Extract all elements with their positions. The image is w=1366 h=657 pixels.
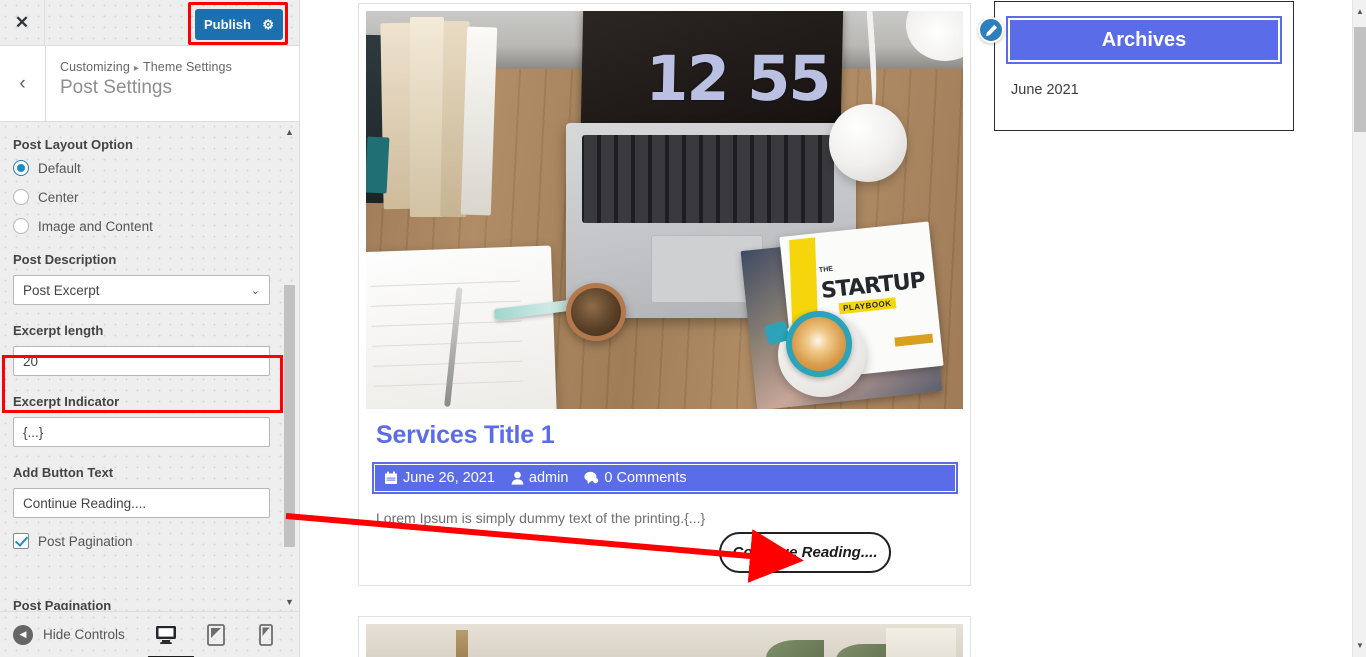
checkbox-icon-post-pagination[interactable] (13, 533, 29, 549)
radio-option-default[interactable]: Default (13, 160, 287, 176)
pen-on-notebook (444, 287, 463, 408)
calendar-icon (385, 471, 397, 484)
post-pagination-next-label: Post Pagination (13, 598, 112, 610)
post-meta-bar: June 26, 2021 admin 0 Comments (372, 462, 958, 494)
radio-icon-image-and-content[interactable] (13, 218, 29, 234)
user-icon (511, 471, 524, 485)
add-button-text-highlight-box (2, 355, 283, 413)
sidebar-scroll-down-arrow-icon[interactable]: ▼ (284, 598, 295, 608)
laptop-clock-time: 12 55 (644, 42, 831, 115)
pencil-edit-icon[interactable] (978, 17, 1004, 43)
post-excerpt: Lorem Ipsum is simply dummy text of the … (376, 510, 706, 526)
radio-option-image-and-content[interactable]: Image and Content (13, 218, 287, 234)
scroll-down-arrow-icon[interactable]: ▼ (1353, 638, 1366, 653)
post-comments-label: 0 Comments (604, 470, 687, 486)
open-notebook (366, 245, 557, 409)
comment-icon (584, 471, 599, 484)
hide-controls-button[interactable]: ◀ Hide Controls (13, 624, 125, 645)
collapse-arrow-icon: ◀ (13, 624, 33, 645)
archives-widget-header: Archives (1006, 16, 1282, 64)
post-featured-image-2[interactable] (366, 624, 963, 657)
radio-option-center[interactable]: Center (13, 189, 287, 205)
post-card: 12 55 THE STARTUP PLAYBOOK Services Titl… (358, 3, 971, 586)
gear-icon[interactable]: ⚙ (262, 18, 274, 31)
post-description-select[interactable]: Post Excerpt ⌄ (13, 275, 270, 305)
close-x-icon[interactable]: ✕ (0, 0, 45, 45)
coffee-cup (763, 309, 868, 397)
post-pagination-checkbox-row[interactable]: Post Pagination (13, 533, 287, 549)
breadcrumb-section[interactable]: Theme Settings (143, 60, 232, 74)
add-button-text-label: Add Button Text (13, 465, 114, 480)
post-pagination-checkbox-label: Post Pagination (38, 533, 133, 549)
post-author: admin (511, 470, 569, 486)
radio-label-default: Default (38, 160, 81, 176)
copper-cup (566, 283, 626, 341)
radio-icon-center[interactable] (13, 189, 29, 205)
chevron-down-icon: ⌄ (250, 284, 260, 297)
screen-root: ✕ Publish ⚙ ‹ Customizing ▸ Theme Settings… (0, 0, 1366, 657)
back-chevron-icon[interactable]: ‹ (0, 46, 46, 121)
latte-art (792, 317, 846, 371)
post-card-2 (358, 616, 971, 657)
laptop-screen: 12 55 (580, 11, 844, 125)
scroll-up-arrow-icon[interactable]: ▲ (1353, 4, 1366, 19)
browser-scrollbar-thumb[interactable] (1354, 27, 1366, 132)
post-date: June 26, 2021 (384, 470, 495, 486)
publish-button[interactable]: Publish ⚙ (195, 9, 283, 40)
page-title: Post Settings (60, 77, 172, 98)
customizer-topbar: ✕ Publish ⚙ (0, 0, 299, 46)
post-date-label: June 26, 2021 (403, 470, 495, 486)
breadcrumb: Customizing ▸ Theme Settings (60, 60, 232, 74)
publish-button-label: Publish (204, 17, 251, 32)
add-button-text-input[interactable]: Continue Reading.... (13, 488, 270, 518)
post-layout-label: Post Layout Option (13, 137, 133, 152)
books-stack (366, 17, 510, 222)
archives-widget: Archives June 2021 (994, 1, 1294, 131)
breadcrumb-separator-icon: ▸ (133, 63, 139, 74)
lamp-shade (829, 104, 907, 182)
post-description-value: Post Excerpt (23, 282, 100, 298)
mobile-preview-icon[interactable] (254, 622, 278, 648)
post-author-label: admin (528, 470, 569, 486)
book-the-label: THE (818, 265, 834, 275)
sidebar-scroll-up-arrow-icon[interactable]: ▲ (284, 128, 295, 138)
radio-label-image-and-content: Image and Content (38, 218, 153, 234)
excerpt-length-label: Excerpt length (13, 323, 104, 338)
continue-reading-button[interactable]: Continue Reading.... (719, 532, 891, 573)
customizer-header: ‹ Customizing ▸ Theme Settings Post Settin… (0, 46, 299, 122)
radio-icon-default[interactable] (13, 160, 29, 176)
tablet-preview-icon[interactable] (204, 622, 228, 648)
laptop-keyboard (582, 135, 834, 223)
post-title[interactable]: Services Title 1 (376, 421, 963, 450)
site-preview: 12 55 THE STARTUP PLAYBOOK Services Titl… (301, 0, 1352, 657)
sidebar-scrollbar[interactable] (284, 285, 295, 603)
hide-controls-label: Hide Controls (43, 627, 125, 642)
coffee-cup-body (786, 311, 852, 377)
post-description-label: Post Description (13, 252, 117, 267)
customizer-footer: ◀ Hide Controls (0, 611, 299, 657)
book-bottom-bar (894, 333, 934, 347)
archives-widget-item[interactable]: June 2021 (1011, 82, 1293, 98)
sidebar-scrollbar-thumb[interactable] (284, 285, 295, 547)
customizer-header-text: Customizing ▸ Theme Settings Post Settings (46, 46, 232, 121)
breadcrumb-root[interactable]: Customizing (60, 60, 130, 74)
browser-scrollbar[interactable]: ▲ ▼ (1352, 0, 1366, 657)
post-description-group: Post Description Post Excerpt ⌄ (13, 252, 287, 305)
archives-widget-title: Archives (1008, 18, 1280, 62)
publish-highlight-box: Publish ⚙ (188, 2, 288, 45)
customizer-sidebar: ✕ Publish ⚙ ‹ Customizing ▸ Theme Settings… (0, 0, 300, 657)
post-featured-image[interactable]: 12 55 THE STARTUP PLAYBOOK (366, 11, 963, 409)
desktop-preview-icon[interactable] (148, 622, 194, 657)
device-preview-switcher (148, 622, 278, 657)
radio-label-center: Center (38, 189, 79, 205)
excerpt-indicator-input[interactable]: {...} (13, 417, 270, 447)
add-button-text-group: Add Button Text Continue Reading.... (13, 465, 287, 518)
post-comments: 0 Comments (584, 470, 687, 486)
